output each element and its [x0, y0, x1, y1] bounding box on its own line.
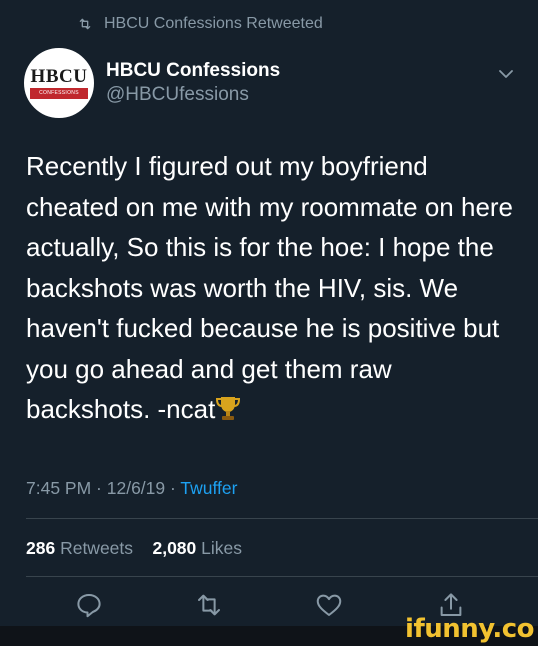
retweeted-by-header[interactable]: HBCU Confessions Retweeted — [76, 12, 323, 36]
meta-separator: · — [165, 478, 181, 498]
avatar-logo-subtext: CONFESSIONS — [30, 88, 88, 99]
tweet-source-link[interactable]: Twuffer — [180, 478, 237, 498]
likes-stat[interactable]: 2,080 Likes — [152, 538, 242, 558]
tweet-stats: 286 Retweets 2,080 Likes — [26, 538, 242, 559]
divider — [26, 518, 538, 519]
meta-separator: · — [91, 478, 107, 498]
likes-label: Likes — [201, 538, 243, 558]
reply-icon[interactable] — [74, 590, 104, 620]
ifunny-watermark: ifunny.co — [405, 614, 534, 644]
trophy-icon — [216, 397, 241, 420]
avatar[interactable]: HBCU CONFESSIONS — [24, 48, 94, 118]
like-icon[interactable] — [314, 590, 344, 620]
retweet-icon[interactable] — [194, 590, 224, 620]
likes-count: 2,080 — [152, 538, 197, 558]
tweet-body: Recently I figured out my boyfriend chea… — [26, 151, 514, 424]
tweet-meta: 7:45 PM · 12/6/19 · Twuffer — [26, 478, 237, 499]
divider — [26, 576, 538, 577]
tweet-text: Recently I figured out my boyfriend chea… — [26, 146, 516, 430]
retweets-label: Retweets — [60, 538, 134, 558]
chevron-down-icon[interactable] — [496, 64, 516, 84]
retweets-count: 286 — [26, 538, 56, 558]
tweet-time: 7:45 PM — [26, 478, 92, 498]
retweeted-by-text: HBCU Confessions Retweeted — [104, 15, 323, 32]
author-handle[interactable]: @HBCUfessions — [106, 84, 249, 106]
tweet-date: 12/6/19 — [106, 478, 166, 498]
retweets-stat[interactable]: 286 Retweets — [26, 538, 133, 558]
author-name[interactable]: HBCU Confessions — [106, 60, 280, 82]
avatar-logo-text: HBCU — [30, 66, 88, 87]
retweet-icon — [79, 18, 91, 30]
